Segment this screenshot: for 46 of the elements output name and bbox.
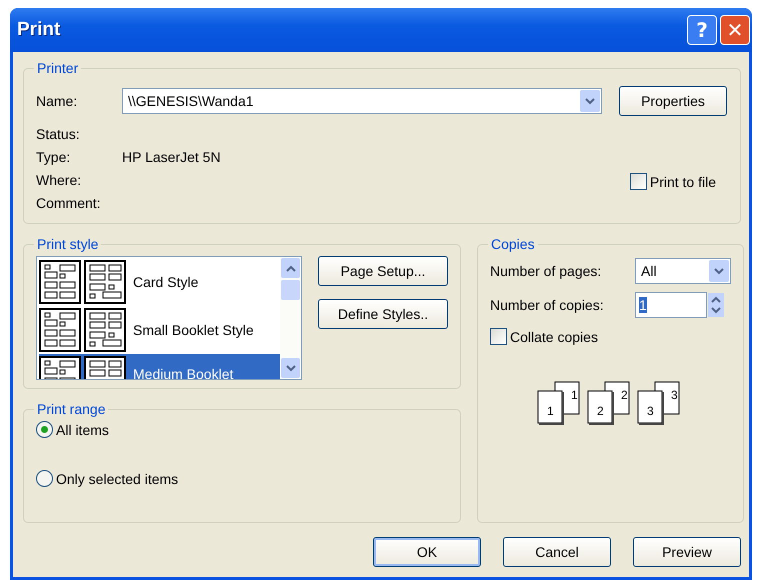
field-label: Number of pages: [490, 263, 602, 279]
radio-circle[interactable] [36, 470, 53, 487]
style-button[interactable]: Define Styles.. [318, 299, 448, 329]
dialog-button[interactable]: Cancel [503, 537, 611, 567]
info-label: Where: [36, 172, 82, 188]
spinner-arrows-icon[interactable] [708, 293, 724, 317]
print-to-file-checkbox[interactable]: Print to file [630, 173, 716, 190]
pages-dropdown[interactable]: All [635, 258, 731, 284]
group-legend: Copies [488, 236, 538, 252]
info-label: Type: [36, 149, 72, 165]
info-value: HP LaserJet 5N [122, 149, 221, 165]
close-button[interactable]: ✕ [720, 15, 750, 45]
style-thumbnail-icon [39, 308, 127, 352]
style-list-item[interactable]: Medium Booklet [39, 354, 280, 379]
window-title: Print [17, 19, 60, 41]
group-legend: Print style [34, 236, 102, 252]
collate-pages-drawing: 1 1 2 2 3 3 [536, 381, 686, 427]
copies-input-field[interactable]: 1 [635, 292, 707, 318]
group-legend: Print range [34, 401, 108, 417]
scroll-thumb[interactable] [281, 280, 300, 300]
group-legend: Printer [34, 60, 82, 76]
dialog-button[interactable]: OK [373, 537, 481, 567]
printer-name-dropdown[interactable]: \\GENESIS\Wanda1 [122, 88, 602, 114]
dialog-button[interactable]: Preview [633, 537, 741, 567]
style-button[interactable]: Page Setup... [318, 256, 448, 286]
collate-checkbox[interactable]: Collate copies [490, 328, 731, 345]
print-style-list[interactable]: Card Style Small Booklet Style Medium Booklet [36, 256, 302, 380]
field-label: Number of copies: [490, 297, 605, 313]
chevron-up-icon [286, 264, 296, 272]
scrollbar[interactable] [280, 257, 301, 379]
chevron-down-icon [714, 268, 724, 274]
print-range-radio[interactable]: Only selected items [36, 470, 448, 487]
print-range-radio[interactable]: All items [36, 421, 448, 438]
chevron-down-icon [286, 364, 296, 372]
checkbox[interactable] [630, 173, 647, 190]
properties-button[interactable]: Properties [619, 86, 727, 116]
info-label: Comment: [36, 195, 102, 211]
style-list-item[interactable]: Card Style [39, 258, 280, 306]
style-list-item[interactable]: Small Booklet Style [39, 306, 280, 354]
info-label: Status: [36, 126, 81, 142]
help-button[interactable]: ? [687, 15, 717, 45]
radio-circle[interactable] [36, 421, 53, 438]
field-label: Name: [36, 93, 78, 109]
checkbox[interactable] [490, 328, 507, 345]
style-thumbnail-icon [39, 260, 127, 304]
chevron-down-icon [585, 98, 595, 104]
